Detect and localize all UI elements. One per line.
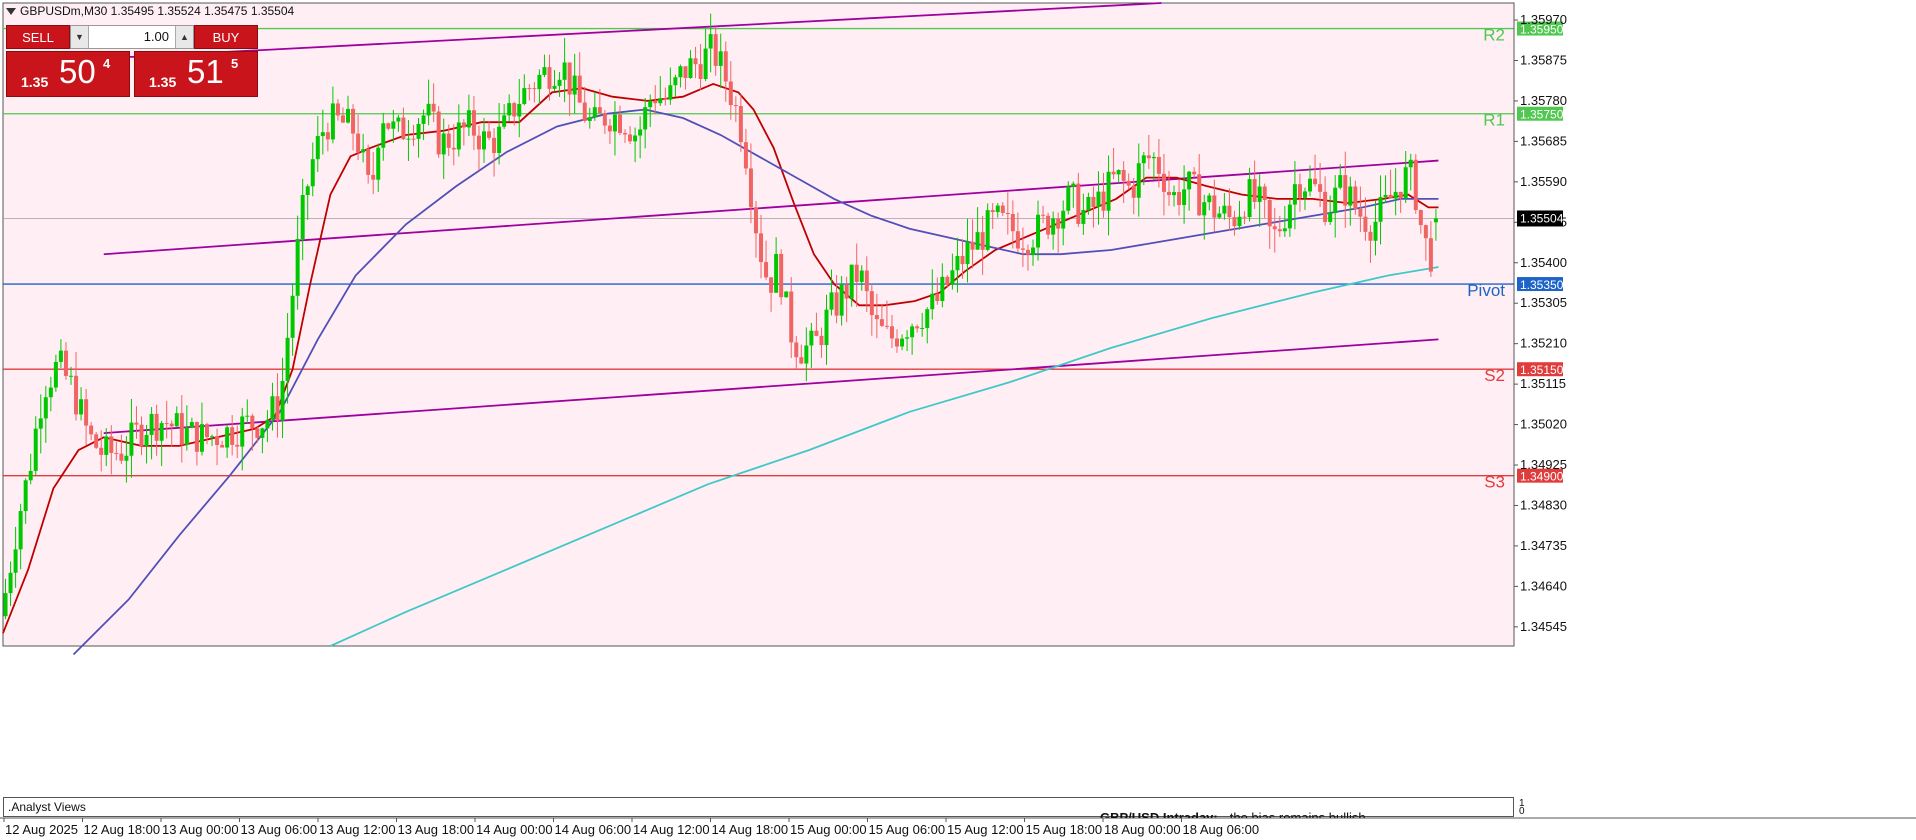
candle bbox=[784, 291, 789, 298]
bid-prefix: 1.35 bbox=[21, 74, 49, 90]
symbol-header: GBPUSDm,M30 1.35495 1.35524 1.35475 1.35… bbox=[6, 4, 294, 18]
lot-down-icon[interactable]: ▼ bbox=[71, 26, 89, 48]
time-tick-label: 13 Aug 00:00 bbox=[162, 822, 239, 837]
bid-big-digits: 50 bbox=[59, 53, 96, 90]
price-tick-label: 1.34830 bbox=[1520, 497, 1567, 512]
bid-pipette: 4 bbox=[103, 56, 111, 71]
trade-controls: SELL ▼ 1.00 ▲ BUY bbox=[6, 25, 258, 49]
level-price-text: 1.35750 bbox=[1520, 108, 1564, 122]
price-tick-label: 1.35970 bbox=[1520, 12, 1567, 27]
time-tick-label: 14 Aug 06:00 bbox=[555, 822, 632, 837]
lot-size-stepper[interactable]: ▼ 1.00 ▲ bbox=[70, 25, 194, 49]
time-tick-label: 15 Aug 12:00 bbox=[947, 822, 1024, 837]
analyst-headline: GBP/USD Intraday: bbox=[1100, 810, 1218, 818]
price-tick-label: 1.35875 bbox=[1520, 52, 1567, 67]
time-tick-label: 14 Aug 12:00 bbox=[633, 822, 710, 837]
price-tick-label: 1.35305 bbox=[1520, 295, 1567, 310]
time-tick-label: 12 Aug 18:00 bbox=[84, 822, 161, 837]
price-tick-label: 1.35685 bbox=[1520, 133, 1567, 148]
level-label-s3: S3 bbox=[1484, 473, 1505, 492]
price-tick-label: 1.34735 bbox=[1520, 538, 1567, 553]
analyst-summary: the bias remains bullish bbox=[1229, 810, 1366, 818]
lot-up-icon[interactable]: ▲ bbox=[175, 26, 193, 48]
sell-button[interactable]: SELL bbox=[6, 25, 70, 49]
price-tick-label: 1.35400 bbox=[1520, 255, 1567, 270]
panel-scale-bottom: 0 bbox=[1519, 806, 1525, 817]
time-tick-label: 13 Aug 12:00 bbox=[319, 822, 396, 837]
price-tick-label: 1.35210 bbox=[1520, 336, 1567, 351]
time-tick-label: 15 Aug 18:00 bbox=[1026, 822, 1103, 837]
level-label-r2: R2 bbox=[1483, 26, 1505, 45]
bid-quote[interactable]: 1.35 50 4 bbox=[6, 51, 130, 97]
level-price-text: 1.35350 bbox=[1520, 278, 1564, 292]
candle bbox=[1413, 154, 1418, 214]
price-chart[interactable]: R2R1PivotS2S3 1.359501.357501.353501.351… bbox=[0, 0, 1916, 840]
time-axis[interactable]: 12 Aug 2025 12 Aug 18:00 13 Aug 00:00 13 Au… bbox=[0, 817, 1916, 837]
level-label-r1: R1 bbox=[1483, 111, 1505, 130]
time-tick-label: 14 Aug 18:00 bbox=[712, 822, 789, 837]
symbol-menu-icon[interactable] bbox=[6, 6, 16, 16]
time-tick-label: 13 Aug 06:00 bbox=[241, 822, 318, 837]
analyst-views-panel[interactable]: .Analyst Views GBP/USD Intraday: the bias… bbox=[3, 797, 1514, 818]
plot-area[interactable] bbox=[2, 2, 1515, 647]
analyst-views-title: .Analyst Views bbox=[8, 800, 86, 814]
time-tick-label: 18 Aug 00:00 bbox=[1104, 822, 1181, 837]
ask-prefix: 1.35 bbox=[149, 74, 177, 90]
time-tick-label: 18 Aug 06:00 bbox=[1183, 822, 1260, 837]
one-click-trading-panel: SELL ▼ 1.00 ▲ BUY 1.35 50 4 1.35 51 5 bbox=[6, 25, 258, 97]
price-tick-label: 1.35780 bbox=[1520, 93, 1567, 108]
level-label-pivot: Pivot bbox=[1467, 281, 1505, 300]
candle bbox=[436, 106, 441, 158]
time-tick-label: 15 Aug 00:00 bbox=[790, 822, 867, 837]
price-tick-label: 1.35020 bbox=[1520, 417, 1567, 432]
current-price-text: 1.35504 bbox=[1520, 211, 1564, 225]
time-tick-label: 12 Aug 2025 bbox=[5, 822, 78, 837]
ask-quote[interactable]: 1.35 51 5 bbox=[134, 51, 258, 97]
time-tick-label: 14 Aug 00:00 bbox=[476, 822, 553, 837]
level-label-s2: S2 bbox=[1484, 366, 1505, 385]
price-axis[interactable]: 1.359501.357501.353501.351501.349001.359… bbox=[1513, 3, 1567, 646]
symbol-info: GBPUSDm,M30 1.35495 1.35524 1.35475 1.35… bbox=[20, 4, 295, 18]
price-tick-label: 1.35590 bbox=[1520, 174, 1567, 189]
price-tick-label: 1.34925 bbox=[1520, 457, 1567, 472]
analyst-views-text: GBP/USD Intraday: the bias remains bullis… bbox=[1100, 808, 1366, 818]
time-tick-label: 15 Aug 06:00 bbox=[869, 822, 946, 837]
candle bbox=[985, 203, 990, 252]
price-tick-label: 1.34545 bbox=[1520, 619, 1567, 634]
level-price-text: 1.35150 bbox=[1520, 363, 1564, 377]
ask-pipette: 5 bbox=[231, 56, 239, 71]
lot-size-input[interactable]: 1.00 bbox=[89, 26, 175, 48]
price-tick-label: 1.35115 bbox=[1520, 376, 1566, 391]
candle bbox=[94, 432, 99, 449]
price-tick-label: 1.34640 bbox=[1520, 578, 1567, 593]
time-tick-label: 13 Aug 18:00 bbox=[398, 822, 475, 837]
buy-button[interactable]: BUY bbox=[194, 25, 258, 49]
ask-big-digits: 51 bbox=[187, 53, 224, 90]
candle bbox=[779, 249, 784, 305]
